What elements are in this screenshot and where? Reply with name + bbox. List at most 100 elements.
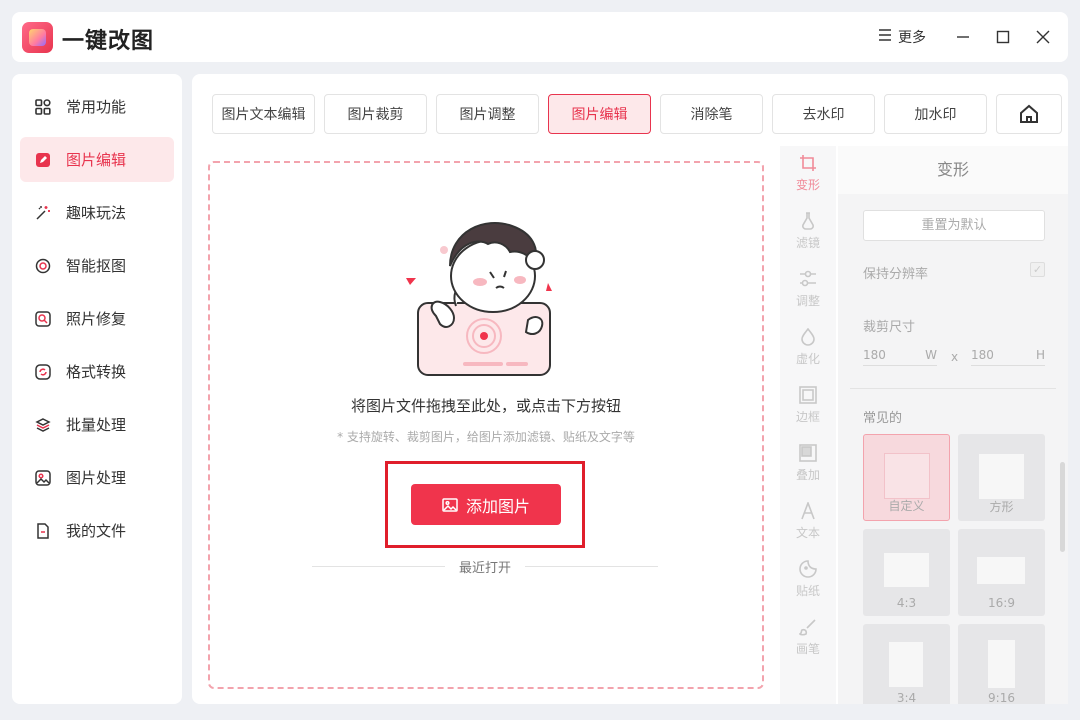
target-icon bbox=[34, 257, 52, 275]
preset-4-3[interactable]: 4:3 bbox=[863, 529, 950, 616]
tab-image-text-edit[interactable]: 图片文本编辑 bbox=[212, 94, 315, 134]
panel-scrollbar[interactable] bbox=[1060, 462, 1065, 552]
height-input[interactable]: 180 H bbox=[971, 344, 1045, 366]
crop-size-label: 裁剪尺寸 bbox=[863, 320, 916, 335]
tool-overlay[interactable]: 叠加 bbox=[780, 442, 836, 483]
tab-eraser[interactable]: 消除笔 bbox=[660, 94, 763, 134]
drop-hint: * 支持旋转、裁剪图片，给图片添加滤镜、贴纸及文字等 bbox=[337, 430, 635, 444]
maximize-button[interactable] bbox=[991, 25, 1015, 49]
tab-image-edit[interactable]: 图片编辑 bbox=[548, 94, 651, 134]
sidebar-item-label: 智能抠图 bbox=[66, 257, 127, 275]
height-value: 180 bbox=[971, 347, 994, 362]
tool-sticker[interactable]: 贴纸 bbox=[780, 558, 836, 599]
home-icon bbox=[1020, 104, 1038, 123]
tab-bar: 图片文本编辑 图片裁剪 图片调整 图片编辑 消除笔 去水印 加水印 bbox=[212, 94, 987, 134]
frame-icon bbox=[799, 386, 817, 404]
preset-3-4[interactable]: 3:4 bbox=[863, 624, 950, 704]
sidebar-item-fun[interactable]: 趣味玩法 bbox=[20, 190, 174, 235]
width-value: 180 bbox=[863, 347, 886, 362]
sidebar-item-label: 趣味玩法 bbox=[66, 204, 127, 222]
close-button[interactable] bbox=[1031, 25, 1055, 49]
sidebar-item-label: 常用功能 bbox=[66, 98, 127, 116]
drop-instruction: 将图片文件拖拽至此处，或点击下方按钮 bbox=[350, 397, 621, 415]
app-logo bbox=[22, 22, 53, 53]
app-title: 一键改图 bbox=[62, 29, 155, 54]
sidebar-item-my-files[interactable]: 我的文件 bbox=[20, 508, 174, 553]
sidebar-item-label: 图片编辑 bbox=[66, 151, 127, 169]
tool-brush[interactable]: 画笔 bbox=[780, 616, 836, 657]
preset-square[interactable]: 方形 bbox=[958, 434, 1045, 521]
dimension-separator: x bbox=[951, 350, 959, 364]
common-presets-label: 常见的 bbox=[863, 411, 903, 426]
grid-icon bbox=[34, 98, 52, 116]
width-input[interactable]: 180 W bbox=[863, 344, 937, 366]
tool-text[interactable]: 文本 bbox=[780, 500, 836, 541]
tab-add-watermark[interactable]: 加水印 bbox=[884, 94, 987, 134]
preset-16-9[interactable]: 16:9 bbox=[958, 529, 1045, 616]
sidebar-item-repair[interactable]: 照片修复 bbox=[20, 296, 174, 341]
transform-panel: 变形 重置为默认 保持分辨率 ✓ 裁剪尺寸 180 W x 180 H 常见的 … bbox=[838, 146, 1068, 704]
main-area: 图片文本编辑 图片裁剪 图片调整 图片编辑 消除笔 去水印 加水印 将图片文件拖… bbox=[192, 74, 1068, 704]
crop-icon bbox=[800, 155, 816, 171]
tab-image-crop[interactable]: 图片裁剪 bbox=[324, 94, 427, 134]
menu-icon bbox=[878, 28, 892, 46]
reset-default-button[interactable]: 重置为默认 bbox=[863, 210, 1045, 241]
minimize-icon bbox=[957, 36, 969, 38]
home-button[interactable] bbox=[996, 94, 1062, 134]
sidebar-item-label: 我的文件 bbox=[66, 522, 127, 540]
file-icon bbox=[34, 522, 52, 540]
tool-blur[interactable]: 虚化 bbox=[780, 326, 836, 367]
convert-icon bbox=[34, 363, 52, 381]
more-button[interactable]: 更多 bbox=[878, 26, 926, 48]
sidebar-item-image-edit[interactable]: 图片编辑 bbox=[20, 137, 174, 182]
sticker-icon bbox=[799, 560, 817, 578]
tool-filter[interactable]: 滤镜 bbox=[780, 210, 836, 251]
upload-illustration bbox=[406, 221, 552, 376]
sidebar-item-common[interactable]: 常用功能 bbox=[20, 84, 174, 129]
sidebar-item-label: 批量处理 bbox=[66, 416, 127, 434]
minimize-button[interactable] bbox=[951, 25, 975, 49]
sidebar-item-label: 图片处理 bbox=[66, 469, 127, 487]
drop-icon bbox=[801, 328, 815, 346]
brush-icon bbox=[799, 619, 816, 636]
sidebar-item-label: 格式转换 bbox=[66, 363, 127, 381]
panel-divider bbox=[850, 388, 1056, 389]
sidebar-item-cutout[interactable]: 智能抠图 bbox=[20, 243, 174, 288]
maximize-icon bbox=[996, 30, 1010, 44]
sliders-icon bbox=[800, 270, 816, 287]
tool-transform[interactable]: 变形 bbox=[780, 152, 836, 193]
tab-remove-watermark[interactable]: 去水印 bbox=[772, 94, 875, 134]
sidebar-item-image-process[interactable]: 图片处理 bbox=[20, 455, 174, 500]
panel-title: 变形 bbox=[838, 146, 1068, 194]
keep-resolution-checkbox[interactable]: ✓ bbox=[1030, 262, 1045, 277]
tool-adjust[interactable]: 调整 bbox=[780, 268, 836, 309]
keep-resolution-label: 保持分辨率 bbox=[863, 267, 929, 282]
layers-icon bbox=[34, 416, 52, 434]
image-icon bbox=[34, 469, 52, 487]
magic-wand-icon bbox=[34, 204, 52, 222]
overlay-icon bbox=[799, 444, 817, 462]
preset-9-16[interactable]: 9:16 bbox=[958, 624, 1045, 704]
tab-image-adjust[interactable]: 图片调整 bbox=[436, 94, 539, 134]
add-image-button[interactable]: 添加图片 bbox=[411, 484, 561, 525]
tool-strip: 变形 滤镜 调整 虚化 边框 叠加 文本 贴纸 画笔 bbox=[780, 146, 836, 704]
recent-label: 最近打开 bbox=[459, 561, 512, 576]
edit-icon bbox=[34, 151, 52, 169]
sidebar-item-batch[interactable]: 批量处理 bbox=[20, 402, 174, 447]
recent-divider: 最近打开 bbox=[312, 557, 659, 576]
drop-zone[interactable]: 将图片文件拖拽至此处，或点击下方按钮 * 支持旋转、裁剪图片，给图片添加滤镜、贴… bbox=[208, 161, 764, 689]
tool-border[interactable]: 边框 bbox=[780, 384, 836, 425]
title-bar: 一键改图 更多 bbox=[12, 12, 1068, 62]
flask-icon bbox=[802, 212, 814, 230]
width-unit: W bbox=[925, 347, 937, 362]
sidebar-item-convert[interactable]: 格式转换 bbox=[20, 349, 174, 394]
text-icon bbox=[801, 502, 815, 520]
height-unit: H bbox=[1035, 347, 1045, 362]
more-label: 更多 bbox=[898, 30, 926, 46]
sidebar-item-label: 照片修复 bbox=[66, 310, 127, 328]
preset-custom[interactable]: 自定义 bbox=[863, 434, 950, 521]
add-image-icon bbox=[442, 497, 458, 512]
photo-repair-icon bbox=[34, 310, 52, 328]
add-image-label: 添加图片 bbox=[465, 496, 530, 516]
sidebar: 常用功能 图片编辑 趣味玩法 智能抠图 照片修复 格式转换 批量处理 图片处理 … bbox=[12, 74, 182, 704]
